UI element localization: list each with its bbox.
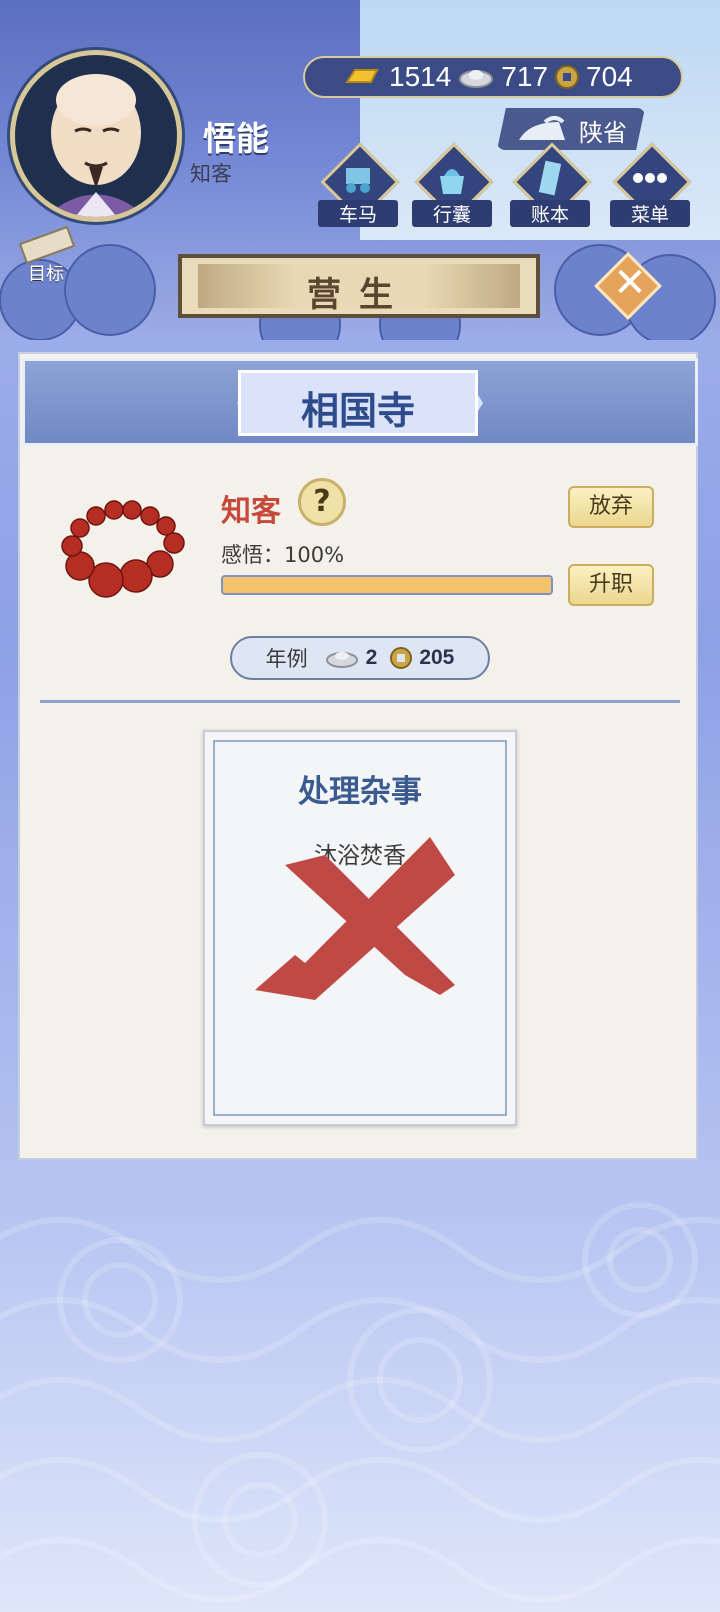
salary-label: 年例 [265, 647, 308, 671]
task-title: 处理杂事 [298, 774, 422, 810]
goal-button[interactable]: 目标 [14, 225, 84, 285]
gold-count: 1514 [389, 61, 452, 92]
insight-progress-fill [223, 577, 551, 593]
goal-label: 目标 [28, 264, 64, 285]
banner-title: 营生 [307, 275, 411, 315]
panel-divider [40, 700, 680, 703]
carriage-icon [346, 168, 370, 193]
nav-ledger-label: 账本 [510, 200, 590, 227]
nav-ledger-button[interactable]: 账本 [510, 142, 592, 227]
salary-silver: 2 [365, 646, 378, 669]
help-button[interactable]: ? [298, 478, 346, 526]
section-banner: 营生 [178, 254, 540, 318]
job-title: 知客 [221, 494, 281, 529]
copper-coin-icon [555, 65, 580, 89]
salary-coin: 205 [419, 646, 455, 669]
nav-bag-button[interactable]: 行囊 [412, 142, 494, 227]
location-name: 陕省 [579, 119, 627, 147]
close-icon: ✕ [613, 260, 647, 306]
bag-icon [440, 169, 464, 194]
menu-dots-icon [633, 173, 667, 183]
gold-ingot-icon [345, 69, 379, 83]
location-badge[interactable]: 陕省 [497, 108, 645, 150]
temple-name: 相国寺 [300, 389, 415, 433]
rejected-x-mark-icon [255, 837, 455, 1000]
prayer-beads-icon [61, 500, 185, 598]
salary-pill: 年例 2 205 [230, 636, 490, 680]
promote-button[interactable]: 升职 [568, 564, 654, 606]
nav-bag-label: 行囊 [412, 200, 492, 227]
coin-count: 704 [586, 61, 633, 92]
silver-ingot-icon [459, 70, 494, 88]
silver-ingot-icon [325, 652, 358, 668]
silver-count: 717 [501, 61, 549, 92]
scroll-icon [18, 225, 76, 265]
player-rank: 知客 [190, 162, 232, 186]
ledger-icon [538, 160, 562, 196]
copper-coin-icon [390, 647, 413, 669]
monk-portrait-icon [45, 74, 147, 217]
nav-carriage-label: 车马 [318, 200, 398, 227]
nav-carriage-button[interactable]: 车马 [318, 142, 400, 227]
nav-menu-button[interactable]: 菜单 [610, 142, 692, 227]
nav-menu-label: 菜单 [610, 200, 690, 227]
insight-label: 感悟：100% [221, 543, 345, 567]
insight-progress-bar [221, 575, 553, 595]
iron-icon [519, 116, 565, 140]
avatar[interactable] [10, 50, 182, 222]
player-name: 悟能 [203, 119, 269, 158]
abandon-button[interactable]: 放弃 [568, 486, 654, 528]
currency-bar: 1514 717 704 [303, 56, 683, 98]
